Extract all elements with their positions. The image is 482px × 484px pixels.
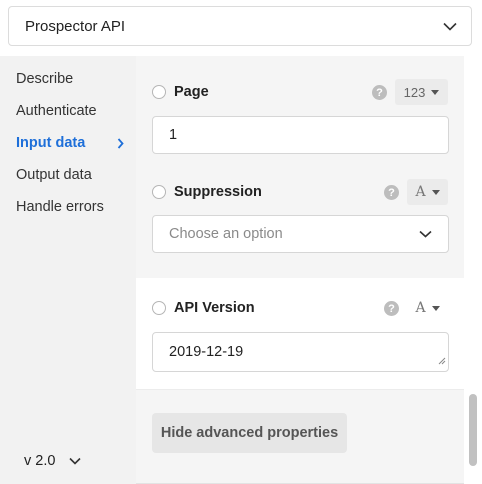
connector-select-value: Prospector API: [25, 17, 126, 35]
hide-advanced-properties-button[interactable]: Hide advanced properties: [152, 413, 347, 453]
suppression-type-selector[interactable]: A: [407, 179, 448, 205]
api-version-value: 2019-12-19: [169, 344, 244, 360]
page-field-radio[interactable]: [152, 85, 166, 99]
suppression-select-placeholder: Choose an option: [169, 226, 283, 242]
text-type-icon: A: [415, 300, 426, 316]
page-input-value: 1: [169, 127, 178, 143]
suppression-select[interactable]: Choose an option: [152, 215, 449, 253]
page-input[interactable]: 1: [152, 116, 449, 154]
number-type-icon: 123: [403, 84, 426, 100]
api-version-type-selector[interactable]: A: [407, 295, 448, 321]
sidebar-item-label: Input data: [16, 135, 86, 151]
api-version-field-header: API Version: [152, 295, 448, 321]
sidebar-item-handle-errors[interactable]: Handle errors: [16, 199, 128, 215]
help-icon[interactable]: ?: [384, 185, 399, 200]
input-fields-panel: Page ? 123 1 Suppression ? A Choose an o…: [136, 56, 464, 484]
sidebar-item-label: Authenticate: [16, 103, 97, 119]
chevron-down-icon: [69, 453, 82, 469]
caret-down-icon: [431, 89, 440, 95]
caret-down-icon: [431, 305, 440, 311]
scrollbar-thumb[interactable]: [469, 394, 477, 466]
page-field-label: Page: [174, 84, 209, 100]
sidebar: Describe Authenticate Input data Output …: [0, 56, 136, 484]
sidebar-item-label: Handle errors: [16, 199, 104, 215]
version-select[interactable]: v 2.0: [24, 453, 82, 469]
sidebar-item-label: Output data: [16, 167, 92, 183]
suppression-field-radio[interactable]: [152, 185, 166, 199]
help-icon[interactable]: ?: [372, 85, 387, 100]
api-version-field-radio[interactable]: [152, 301, 166, 315]
sidebar-item-output-data[interactable]: Output data: [16, 167, 128, 183]
api-version-field-label: API Version: [174, 300, 255, 316]
sidebar-item-input-data[interactable]: Input data: [16, 135, 128, 151]
api-version-textarea[interactable]: 2019-12-19: [152, 332, 449, 372]
suppression-field-header: Suppression: [152, 179, 448, 205]
suppression-field-label: Suppression: [174, 184, 262, 200]
sidebar-item-label: Describe: [16, 71, 74, 87]
sidebar-item-describe[interactable]: Describe: [16, 71, 128, 87]
connector-select[interactable]: Prospector API: [8, 6, 472, 46]
chevron-right-icon: [117, 137, 124, 153]
caret-down-icon: [431, 189, 440, 195]
text-type-icon: A: [415, 184, 426, 200]
chevron-down-icon: [443, 22, 457, 31]
page-type-selector[interactable]: 123: [395, 79, 448, 105]
help-icon[interactable]: ?: [384, 301, 399, 316]
sidebar-item-authenticate[interactable]: Authenticate: [16, 103, 128, 119]
version-label: v 2.0: [24, 453, 56, 469]
chevron-down-icon: [419, 226, 432, 242]
resize-grip-icon[interactable]: [438, 353, 446, 369]
